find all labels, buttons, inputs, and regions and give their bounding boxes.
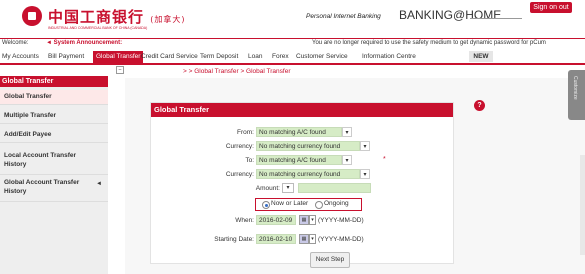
chevron-down-icon[interactable]: ▾ xyxy=(360,169,370,179)
calendar-dropdown-icon[interactable]: ▾ xyxy=(309,234,316,244)
chevron-down-icon[interactable]: ▾ xyxy=(342,155,352,165)
banking-home-logo: BANKING@HOME xyxy=(399,8,502,22)
from-select[interactable]: No matching A/C found xyxy=(256,127,342,137)
nav-my-accounts[interactable]: My Accounts xyxy=(2,51,39,63)
header: 中国工商银行 (加拿大) INDUSTRIAL AND COMMERCIAL B… xyxy=(0,0,585,38)
radio-now-or-later-label: Now or Later xyxy=(271,200,309,207)
pib-label: Personal Internet Banking xyxy=(306,13,381,20)
amount-label: Amount: xyxy=(255,185,280,192)
start-date-input[interactable]: 2016-02-10 xyxy=(256,234,296,244)
nav-information-centre[interactable]: Information Centre xyxy=(362,51,416,63)
chevron-down-icon[interactable]: ▾ xyxy=(360,141,370,151)
main-nav: My Accounts Bill Payment Global Transfer… xyxy=(0,50,585,65)
calendar-icon[interactable]: ▦ xyxy=(299,215,309,225)
amount-currency-select[interactable]: ▾ xyxy=(282,183,294,193)
currency-to-label: Currency: xyxy=(225,171,254,178)
radio-now-or-later[interactable] xyxy=(262,201,270,209)
required-mark: * xyxy=(383,156,386,163)
start-date-label: Starting Date: xyxy=(214,236,254,243)
calendar-icon[interactable]: ▦ xyxy=(299,234,309,244)
nav-credit-card[interactable]: Credit Card Service xyxy=(141,51,198,63)
when-format-hint: (YYYY-MM-DD) xyxy=(318,217,364,224)
when-date-input[interactable]: 2016-02-09 xyxy=(256,215,296,225)
sidebar-title: Global Transfer xyxy=(0,76,108,87)
help-icon[interactable]: ? xyxy=(474,100,485,111)
nav-global-transfer[interactable]: Global Transfer xyxy=(93,51,144,63)
currency-to-select[interactable]: No matching currency found xyxy=(256,169,360,179)
sidebar: Global Transfer Global Transfer Multiple… xyxy=(0,76,108,274)
schedule-radio-group: Now or Later Ongoing xyxy=(255,198,362,211)
welcome-bar: Welcome: ◄ System Announcement: You are … xyxy=(0,38,585,49)
sidebar-item-add-edit-payee[interactable]: Add/Edit Payee xyxy=(0,128,108,143)
currency-from-select[interactable]: No matching currency found xyxy=(256,141,360,151)
bank-name-cn: 中国工商银行 (加拿大) xyxy=(48,8,186,26)
sidebar-item-global-transfer-history[interactable]: Global Account Transfer History xyxy=(0,176,108,202)
sidebar-item-multiple-transfer[interactable]: Multiple Transfer xyxy=(0,109,108,124)
nav-customer-service[interactable]: Customer Service xyxy=(296,51,348,63)
radio-ongoing[interactable] xyxy=(315,201,323,209)
nav-bill-payment[interactable]: Bill Payment xyxy=(48,51,84,63)
nav-term-deposit[interactable]: Term Deposit xyxy=(200,51,238,63)
breadcrumb: > > Global Transfer > Global Transfer xyxy=(183,68,291,75)
nav-forex[interactable]: Forex xyxy=(272,51,289,63)
announcement-ticker: You are no longer required to use the sa… xyxy=(312,40,546,46)
panel-title: Global Transfer xyxy=(151,103,453,117)
sign-off-button[interactable]: Sign on out xyxy=(530,2,572,13)
to-select[interactable]: No matching A/C found xyxy=(256,155,342,165)
calendar-dropdown-icon[interactable]: ▾ xyxy=(309,215,316,225)
radio-ongoing-label: Ongoing xyxy=(324,200,349,207)
currency-from-label: Currency: xyxy=(225,143,254,150)
divider xyxy=(470,18,522,19)
collapse-toggle-icon[interactable]: – xyxy=(116,66,124,74)
nav-loan[interactable]: Loan xyxy=(248,51,262,63)
next-step-button[interactable]: Next Step xyxy=(310,252,350,268)
sidebar-item-local-transfer-history[interactable]: Local Account Transfer History xyxy=(0,149,108,175)
when-label: When: xyxy=(235,217,254,224)
scrollbar[interactable] xyxy=(580,155,585,255)
sidebar-arrow-icon[interactable]: ◄ xyxy=(96,181,102,187)
bank-name-en: INDUSTRIAL AND COMMERCIAL BANK OF CHINA … xyxy=(48,26,148,30)
welcome-text: Welcome: xyxy=(2,40,29,46)
sidebar-item-global-transfer[interactable]: Global Transfer xyxy=(0,90,108,105)
customize-tab[interactable]: Customize xyxy=(568,70,585,120)
amount-input[interactable] xyxy=(298,183,371,193)
icbc-logo xyxy=(22,6,42,26)
from-label: From: xyxy=(237,129,254,136)
chevron-down-icon[interactable]: ▾ xyxy=(342,127,352,137)
system-announcement-link[interactable]: ◄ System Announcement: xyxy=(46,40,122,46)
to-label: To: xyxy=(245,157,254,164)
nav-new-badge[interactable]: NEW xyxy=(469,51,493,62)
start-format-hint: (YYYY-MM-DD) xyxy=(318,236,364,243)
